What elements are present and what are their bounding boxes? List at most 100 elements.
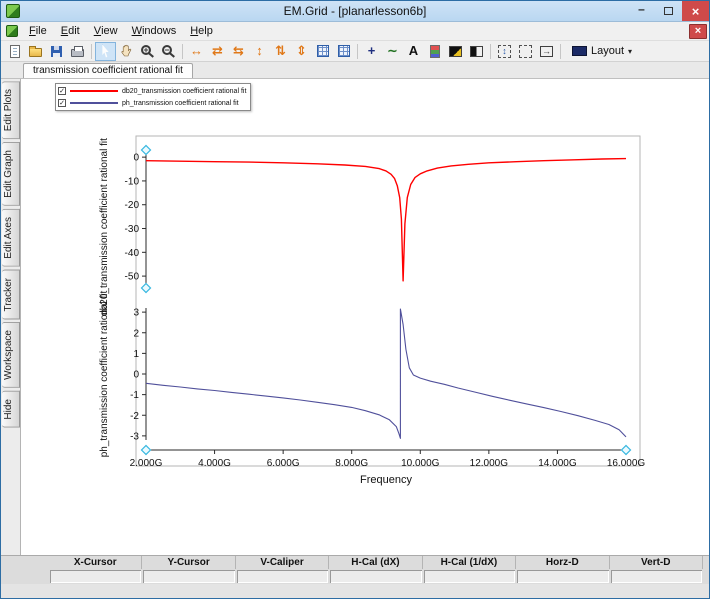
minimize-icon: – <box>638 2 645 16</box>
vertical-select-icon: ↕ <box>498 44 511 58</box>
status-value-cell[interactable] <box>50 570 142 583</box>
intensity-plot-button[interactable] <box>445 42 466 61</box>
sidebar-tab-edit-graph[interactable]: Edit Graph <box>2 142 20 207</box>
tab-bar: transmission coefficient rational fit <box>1 62 709 79</box>
legend-line-sample <box>70 90 118 92</box>
status-col-h-cal-dx: H-Cal (dX) <box>329 556 423 569</box>
maximize-button[interactable] <box>655 1 682 21</box>
x-tick-label: 14.000G <box>538 458 577 469</box>
open-file-button[interactable] <box>25 42 46 61</box>
color-map-button[interactable] <box>424 42 445 61</box>
save-button[interactable] <box>46 42 67 61</box>
status-col-v-caliper: V-Caliper <box>236 556 330 569</box>
legend-entry: ✓ db20_transmission coefficient rational … <box>58 85 246 97</box>
legend-checkbox[interactable]: ✓ <box>58 99 66 107</box>
status-values-row <box>1 569 709 584</box>
curve-ph-transmission-coefficient-rational-fit[interactable] <box>145 308 627 439</box>
menu-windows[interactable]: Windows <box>125 22 184 40</box>
plot-panel: ✓ db20_transmission coefficient rational … <box>21 79 709 555</box>
zoom-in-button[interactable] <box>137 42 158 61</box>
x-tick-label: 10.000G <box>401 458 440 469</box>
pan-hand-button[interactable] <box>116 42 137 61</box>
sidebar-tab-workspace[interactable]: Workspace <box>2 322 20 389</box>
toolbar-separator <box>560 43 561 59</box>
menu-bar: File Edit View Windows Help × <box>1 22 709 41</box>
title-bar[interactable]: EM.Grid - [planarlesson6b] – × <box>1 1 709 22</box>
x-tick-label: 16.000G <box>607 458 646 469</box>
status-value-cell[interactable] <box>517 570 609 583</box>
region-select-button[interactable] <box>515 42 536 61</box>
new-document-icon <box>9 44 20 58</box>
window-title: EM.Grid - [planarlesson6b] <box>283 4 427 18</box>
y-tick-label: 3 <box>133 308 139 319</box>
add-text-button[interactable]: A <box>403 42 424 61</box>
select-cursor-button[interactable] <box>95 41 116 61</box>
print-button[interactable] <box>67 42 88 61</box>
plot-frame <box>135 135 641 467</box>
status-col-horz-d: Horz-D <box>516 556 610 569</box>
save-icon <box>51 45 62 57</box>
y-tick-label: -30 <box>125 224 140 235</box>
zoom-out-button[interactable] <box>158 42 179 61</box>
menu-help[interactable]: Help <box>183 22 220 40</box>
status-col-x-cursor: X-Cursor <box>49 556 143 569</box>
status-header-row: X-Cursor Y-Cursor V-Caliper H-Cal (dX) H-Cal… <box>1 556 709 569</box>
scroll-y-button[interactable]: ⇅ <box>270 42 291 61</box>
status-value-cell[interactable] <box>143 570 235 583</box>
x-tick-label: 12.000G <box>470 458 509 469</box>
fit-height-button[interactable]: ↕ <box>249 42 270 61</box>
contrast-plot-button[interactable] <box>466 42 487 61</box>
sidebar-tab-hide[interactable]: Hide <box>2 391 20 428</box>
legend-checkbox[interactable]: ✓ <box>58 87 66 95</box>
tab-transmission-coefficient-rational-fit[interactable]: transmission coefficient rational fit <box>23 63 193 78</box>
sidebar-tab-edit-axes[interactable]: Edit Axes <box>2 209 20 267</box>
toolbar-separator <box>490 43 491 59</box>
add-marker-icon: + <box>367 43 376 58</box>
new-document-button[interactable] <box>4 42 25 61</box>
expand-y-button[interactable]: ⇕ <box>291 42 312 61</box>
minimize-button[interactable]: – <box>628 1 655 21</box>
legend-label: db20_transmission coefficient rational f… <box>122 87 247 95</box>
menu-edit[interactable]: Edit <box>54 22 87 40</box>
fit-width-button[interactable]: ↔ <box>186 42 207 61</box>
zoom-region-icon: → <box>540 45 553 57</box>
curve-db20-transmission-coefficient-rational-fit[interactable] <box>145 157 627 282</box>
scroll-x-button[interactable]: ⇄ <box>207 42 228 61</box>
menu-file[interactable]: File <box>22 22 54 40</box>
x-tick-label: 2.000G <box>130 458 163 469</box>
status-value-cell[interactable] <box>423 570 516 583</box>
pan-hand-icon <box>121 44 132 57</box>
chevron-down-icon: ▾ <box>628 46 633 56</box>
vertical-select-button[interactable]: ↕ <box>494 42 515 61</box>
open-file-icon <box>29 46 42 57</box>
sidebar-tab-edit-plots[interactable]: Edit Plots <box>2 81 20 140</box>
add-trace-button[interactable]: ∼ <box>382 42 403 61</box>
add-marker-button[interactable]: + <box>361 42 382 61</box>
grid-icon <box>316 45 329 57</box>
select-cursor-icon <box>102 44 109 58</box>
status-value-cell[interactable] <box>236 570 329 583</box>
status-col-y-cursor: Y-Cursor <box>142 556 236 569</box>
legend-line-sample <box>70 102 118 104</box>
sidebar-tab-tracker[interactable]: Tracker <box>2 269 20 320</box>
status-value-cell[interactable] <box>330 570 422 583</box>
y-tick-label: 0 <box>133 370 139 381</box>
axis-handle-icon[interactable] <box>620 444 632 456</box>
grid-button[interactable] <box>312 42 333 61</box>
document-close-button[interactable]: × <box>689 23 707 39</box>
axis-handle-icon[interactable] <box>140 282 152 294</box>
close-button[interactable]: × <box>682 1 709 21</box>
y-tick-label: -2 <box>130 411 139 422</box>
menu-view[interactable]: View <box>87 22 125 40</box>
zoom-region-button[interactable]: → <box>536 42 557 61</box>
layout-dropdown[interactable]: Layout ▾ <box>566 42 638 60</box>
status-col-vert-d: Vert-D <box>610 556 703 569</box>
y-tick-label: 2 <box>133 328 139 339</box>
snap-grid-button[interactable] <box>333 42 354 61</box>
expand-x-button[interactable]: ⇆ <box>228 42 249 61</box>
axis-handle-icon[interactable] <box>140 444 152 456</box>
x-tick-label: 6.000G <box>267 458 300 469</box>
toolbar-separator <box>357 43 358 59</box>
status-value-cell[interactable] <box>610 570 702 583</box>
axis-handle-icon[interactable] <box>140 144 152 156</box>
